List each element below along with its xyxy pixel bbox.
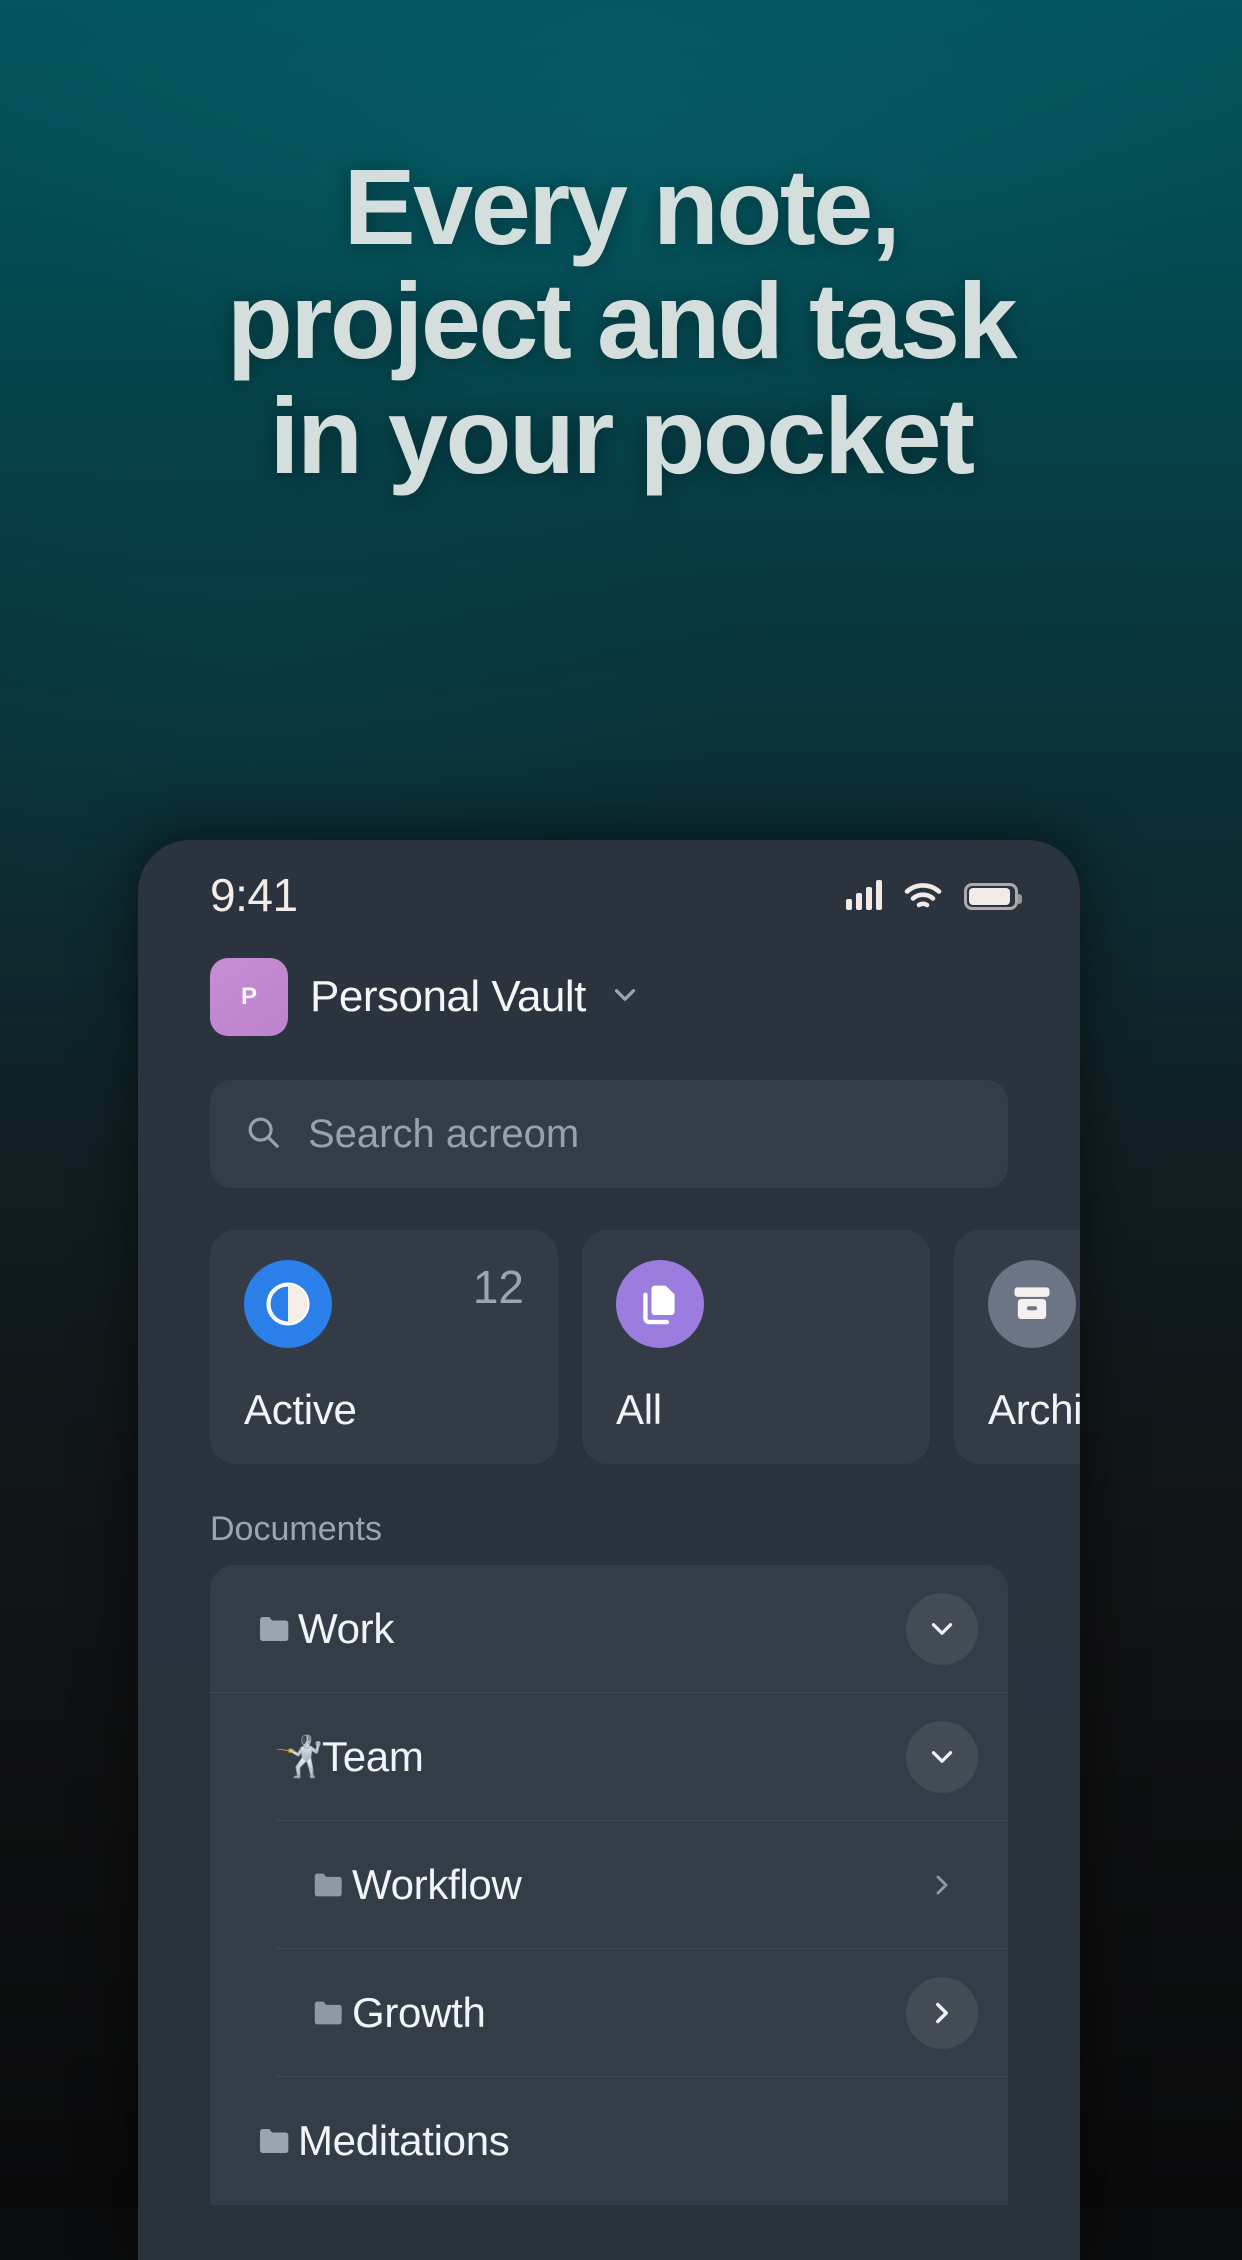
chevron-down-icon[interactable]	[608, 978, 642, 1017]
archive-box-icon	[988, 1260, 1076, 1348]
folder-icon	[306, 1994, 352, 2032]
list-item[interactable]: Meditations	[210, 2077, 1008, 2205]
list-item[interactable]: 🤺 Team	[210, 1693, 1008, 1821]
list-item[interactable]: Growth	[210, 1949, 1008, 2077]
stat-card-active[interactable]: 12 Active	[210, 1230, 558, 1464]
avatar: P	[210, 958, 288, 1036]
list-item-label: Work	[298, 1605, 395, 1652]
fencer-emoji: 🤺	[274, 1735, 324, 1779]
card-header: 12	[244, 1260, 524, 1348]
stat-card-label: Archive	[988, 1386, 1080, 1433]
list-item[interactable]: Workflow	[210, 1821, 1008, 1949]
list-item-label: Workflow	[352, 1861, 522, 1908]
search-input[interactable]: Search acreom	[210, 1080, 1008, 1188]
headline-line-3: in your pocket	[269, 374, 975, 496]
fencer-emoji-icon: 🤺	[274, 1735, 324, 1779]
stat-count: 12	[472, 1261, 524, 1313]
status-bar-clock: 9:41	[210, 869, 298, 921]
list-item[interactable]: Work	[210, 1565, 1008, 1693]
chevron-down-icon[interactable]	[906, 1593, 978, 1665]
stat-card-label: Active	[244, 1386, 357, 1433]
search-icon	[244, 1113, 282, 1156]
vault-selector[interactable]: P Personal Vault	[138, 932, 1080, 1036]
search-placeholder: Search acreom	[308, 1111, 580, 1156]
copy-documents-icon	[616, 1260, 704, 1348]
chevron-right-icon[interactable]	[906, 1977, 978, 2049]
marketing-headline: Every note, project and task in your poc…	[0, 146, 1242, 496]
headline-line-2: project and task	[226, 260, 1018, 382]
chevron-right-icon[interactable]	[906, 1849, 978, 1921]
status-bar-icons	[846, 880, 1022, 910]
battery-icon	[964, 883, 1022, 910]
contrast-half-circle-icon	[244, 1260, 332, 1348]
documents-list: Work 🤺 Team Workflow Growth Meditations	[210, 1565, 1008, 2205]
vault-name: Personal Vault	[310, 972, 586, 1021]
folder-icon	[252, 2121, 298, 2161]
headline-line-1: Every note,	[343, 146, 901, 267]
stat-card-archive[interactable]: Archive	[954, 1230, 1080, 1464]
phone-mockup: 9:41 P Personal Vault Search acreom 12 A…	[138, 840, 1080, 2260]
folder-icon	[306, 1866, 352, 1904]
list-item-label: Growth	[352, 1989, 486, 2036]
card-header	[988, 1260, 1080, 1348]
cellular-signal-icon	[846, 880, 882, 910]
stat-card-label: All	[616, 1386, 662, 1433]
stat-card-all[interactable]: All	[582, 1230, 930, 1464]
stat-cards: 12 Active All Archi	[210, 1230, 1080, 1464]
chevron-down-icon[interactable]	[906, 1721, 978, 1793]
wifi-icon	[904, 882, 942, 910]
phone-screen: 9:41 P Personal Vault Search acreom 12 A…	[138, 840, 1080, 2260]
documents-section-title: Documents	[210, 1510, 382, 1548]
list-item-label: Team	[322, 1733, 424, 1780]
card-header	[616, 1260, 896, 1348]
list-item-label: Meditations	[298, 2117, 510, 2164]
status-bar: 9:41	[138, 840, 1080, 932]
folder-icon	[252, 1609, 298, 1649]
